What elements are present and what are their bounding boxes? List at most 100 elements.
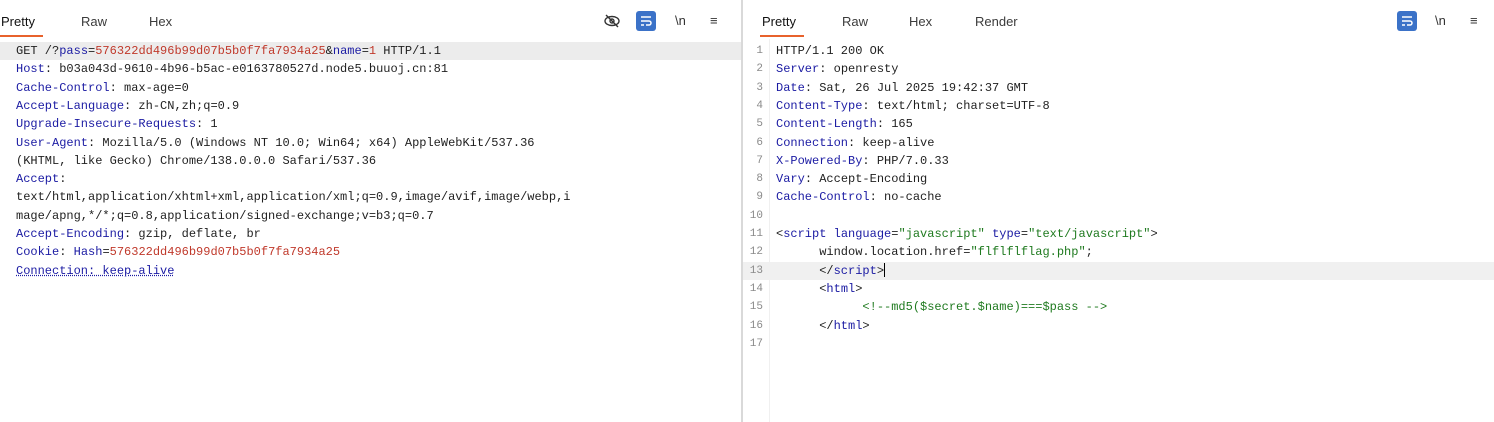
newline-toggle[interactable]: \n	[1435, 10, 1446, 32]
response-editor[interactable]: 1 HTTP/1.1 200 OK 2 Server: openresty 3 Date:…	[743, 39, 1494, 422]
code-token: script	[833, 263, 877, 278]
code-token: Content-Length	[776, 117, 877, 132]
code-text: HTTP/1.1 200 OK	[776, 42, 884, 60]
code-token: </	[776, 263, 834, 278]
response-tab-pretty[interactable]: Pretty	[760, 13, 804, 37]
code-token: Accept	[16, 172, 60, 187]
code-line[interactable]: 2 Server: openresty	[743, 60, 1494, 78]
code-token: Cache-Control	[16, 80, 110, 95]
code-text: mage/apng,*/*;q=0.8,application/signed-e…	[16, 207, 434, 225]
code-token: >	[862, 318, 870, 333]
code-text: User-Agent: Mozilla/5.0 (Windows NT 10.0…	[16, 134, 535, 152]
code-line[interactable]: Cache-Control: max-age=0	[0, 79, 741, 97]
code-text: Host: b03a043d-9610-4b96-b5ac-e016378052…	[16, 60, 448, 78]
code-token: : 1	[196, 117, 218, 132]
code-token: window.location.href=	[776, 245, 971, 260]
response-tab-render[interactable]: Render	[975, 13, 1018, 35]
code-line[interactable]: Accept-Encoding: gzip, deflate, br	[0, 225, 741, 243]
line-number: 6	[756, 136, 763, 149]
code-token: Connection	[776, 135, 849, 150]
code-token: mage/apng,*/*;q=0.8,application/signed-e…	[16, 208, 434, 223]
request-tab-hex[interactable]: Hex	[149, 13, 172, 35]
code-token: type	[992, 227, 1021, 241]
code-line[interactable]: Connection: keep-alive	[0, 262, 741, 280]
code-text: </script>	[776, 262, 886, 280]
code-token: : max-age=0	[109, 80, 189, 95]
line-number: 16	[749, 319, 763, 332]
code-text: </html>	[776, 317, 870, 335]
code-token: Cookie	[16, 245, 60, 260]
code-token: HTTP/1.1 200 OK	[776, 44, 885, 58]
code-text: Accept-Encoding: gzip, deflate, br	[16, 225, 261, 243]
code-text: Cache-Control: max-age=0	[16, 79, 189, 97]
code-token: name	[332, 44, 362, 58]
code-line[interactable]: 15 <!--md5($secret.$name)===$pass -->	[743, 298, 1494, 316]
code-line[interactable]: 13 </script>	[743, 261, 1494, 280]
eye-off-icon[interactable]	[603, 10, 621, 32]
code-token: : gzip, deflate, br	[124, 227, 261, 241]
response-tab-hex[interactable]: Hex	[909, 13, 932, 35]
code-line[interactable]: 14 <html>	[743, 280, 1494, 298]
code-line[interactable]: Upgrade-Insecure-Requests: 1	[0, 115, 741, 133]
code-text: Connection: keep-alive	[16, 262, 174, 280]
response-tabbar: Pretty Raw Hex Render \n ≡	[743, 0, 1494, 39]
code-token: HTTP/1.1	[376, 44, 441, 58]
code-token: text/html,application/xhtml+xml,applicat…	[16, 190, 571, 205]
code-token: <!--md5($secret.$name)===$pass -->	[776, 300, 1108, 315]
code-line[interactable]: text/html,application/xhtml+xml,applicat…	[0, 188, 741, 206]
code-line[interactable]: Accept:	[0, 170, 741, 188]
code-line[interactable]: 12 window.location.href="flflflflag.php"…	[743, 243, 1494, 261]
code-line[interactable]: 10	[743, 207, 1494, 225]
code-line[interactable]: 1 HTTP/1.1 200 OK	[743, 42, 1494, 60]
line-number: 13	[749, 264, 763, 277]
code-token: : Accept-Encoding	[804, 172, 928, 187]
code-line[interactable]: 8 Vary: Accept-Encoding	[743, 170, 1494, 188]
menu-icon[interactable]: ≡	[710, 10, 718, 32]
code-line[interactable]: 17	[743, 335, 1494, 353]
code-token: pass	[59, 44, 89, 58]
code-token: 576322dd496b99d07b5b0f7fa7934a25	[95, 44, 326, 58]
line-number: 9	[756, 191, 763, 204]
code-line[interactable]: 6 Connection: keep-alive	[743, 134, 1494, 152]
code-line[interactable]: Host: b03a043d-9610-4b96-b5ac-e016378052…	[0, 60, 741, 78]
request-tab-pretty[interactable]: Pretty	[0, 13, 43, 37]
response-pane: Pretty Raw Hex Render \n ≡ 1 HTTP/1.1 200…	[743, 0, 1494, 422]
wrap-icon[interactable]	[1397, 10, 1417, 32]
code-text: window.location.href="flflflflag.php";	[776, 243, 1093, 261]
code-line[interactable]: mage/apng,*/*;q=0.8,application/signed-e…	[0, 207, 741, 225]
code-line[interactable]: GET /?pass = 576322dd496b99d07b5b0f7fa7934…	[0, 42, 741, 60]
code-line[interactable]: 7 X-Powered-By: PHP/7.0.33	[743, 152, 1494, 170]
code-token: : Sat, 26 Jul 2025 19:42:37 GMT	[804, 80, 1029, 95]
code-line[interactable]: User-Agent: Mozilla/5.0 (Windows NT 10.0…	[0, 134, 741, 152]
code-token: Host	[16, 62, 45, 77]
code-line[interactable]: 5 Content-Length: 165	[743, 115, 1494, 133]
code-token: Server	[776, 62, 820, 77]
code-line[interactable]: 16 </html>	[743, 317, 1494, 335]
code-token: Date	[776, 80, 805, 95]
code-token: : keep-alive	[848, 135, 935, 150]
text-cursor	[884, 263, 886, 278]
code-line[interactable]: 4 Content-Type: text/html; charset=UTF-8	[743, 97, 1494, 115]
response-tab-raw[interactable]: Raw	[842, 13, 868, 35]
code-text: text/html,application/xhtml+xml,applicat…	[16, 188, 571, 206]
code-token: 1	[368, 44, 377, 58]
wrap-icon[interactable]	[636, 10, 656, 32]
line-number: 5	[756, 118, 763, 131]
code-line[interactable]: 11 <script language="javascript" type="te…	[743, 225, 1494, 243]
code-token: :	[59, 245, 74, 260]
code-line[interactable]: 3 Date: Sat, 26 Jul 2025 19:42:37 GMT	[743, 79, 1494, 97]
code-line[interactable]: (KHTML, like Gecko) Chrome/138.0.0.0 Saf…	[0, 152, 741, 170]
code-line[interactable]: 9 Cache-Control: no-cache	[743, 188, 1494, 206]
code-line[interactable]: Accept-Language: zh-CN,zh;q=0.9	[0, 97, 741, 115]
menu-icon[interactable]: ≡	[1470, 10, 1478, 32]
request-tab-raw[interactable]: Raw	[81, 13, 107, 35]
request-editor[interactable]: GET /?pass=576322dd496b99d07b5b0f7fa7934…	[0, 39, 741, 422]
code-token: html	[833, 318, 863, 333]
line-number: 7	[756, 154, 763, 167]
code-line[interactable]: Cookie: Hash=576322dd496b99d07b5b0f7fa79…	[0, 243, 741, 261]
newline-toggle[interactable]: \n	[675, 10, 686, 32]
code-token: : openresty	[819, 62, 899, 77]
code-token: : no-cache	[869, 190, 942, 205]
